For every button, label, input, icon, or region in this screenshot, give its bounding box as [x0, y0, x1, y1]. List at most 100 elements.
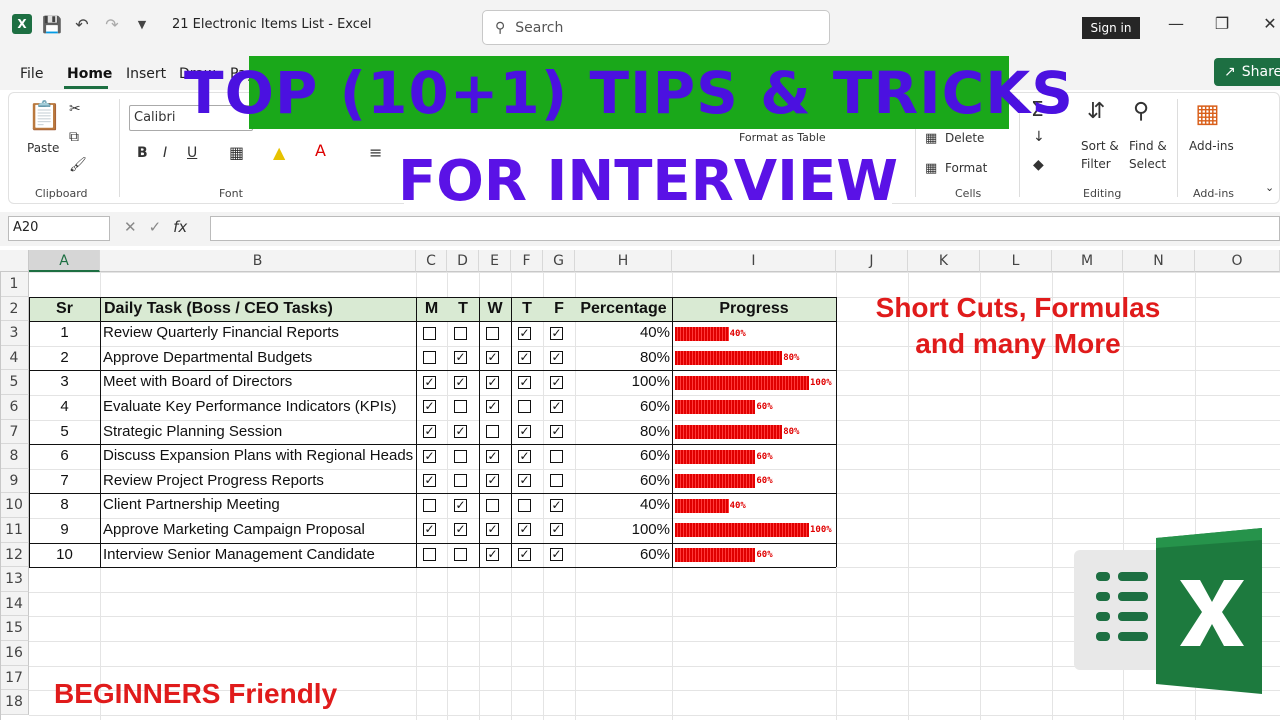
- column-header-g[interactable]: G: [543, 250, 575, 272]
- day-checkbox[interactable]: ✓: [423, 375, 436, 389]
- font-color-icon[interactable]: A: [315, 141, 326, 160]
- day-checkbox[interactable]: ✓: [486, 523, 499, 537]
- day-checkbox[interactable]: [486, 498, 499, 512]
- day-checkbox[interactable]: ✓: [518, 474, 531, 488]
- name-box[interactable]: A20: [8, 216, 110, 241]
- undo-icon[interactable]: ↶: [72, 15, 92, 34]
- day-checkbox[interactable]: ✓: [550, 523, 563, 537]
- column-header-j[interactable]: J: [836, 250, 908, 272]
- column-header-a[interactable]: A: [29, 250, 100, 272]
- day-checkbox[interactable]: [423, 547, 436, 561]
- row-header-16[interactable]: 16: [0, 641, 29, 666]
- day-checkbox[interactable]: ✓: [486, 474, 499, 488]
- select-all-corner[interactable]: [0, 250, 29, 272]
- sort-filter-label[interactable]: Sort &: [1081, 139, 1119, 153]
- day-checkbox[interactable]: [486, 326, 499, 340]
- add-ins-button[interactable]: Add-ins: [1189, 139, 1234, 153]
- row-header-7[interactable]: 7: [0, 419, 29, 445]
- fill-down-icon[interactable]: ↓: [1033, 129, 1045, 145]
- day-checkbox[interactable]: ✓: [550, 498, 563, 512]
- tab-file[interactable]: File: [20, 66, 43, 82]
- copy-icon[interactable]: ⧉: [69, 129, 79, 145]
- format-cells-icon[interactable]: ▦: [925, 161, 937, 176]
- day-checkbox[interactable]: ✓: [486, 351, 499, 365]
- day-checkbox[interactable]: ✓: [454, 351, 467, 365]
- row-header-2[interactable]: 2: [0, 296, 29, 322]
- row-header-1[interactable]: 1: [0, 272, 29, 297]
- row-header-3[interactable]: 3: [0, 321, 29, 346]
- day-checkbox[interactable]: [454, 449, 467, 463]
- row-header-4[interactable]: 4: [0, 345, 29, 371]
- day-checkbox[interactable]: ✓: [454, 424, 467, 438]
- fill-color-icon[interactable]: ▲: [273, 143, 285, 162]
- day-checkbox[interactable]: ✓: [454, 375, 467, 389]
- day-checkbox[interactable]: ✓: [518, 449, 531, 463]
- day-checkbox[interactable]: ✓: [486, 375, 499, 389]
- column-header-o[interactable]: O: [1195, 250, 1280, 272]
- column-header-i[interactable]: I: [672, 250, 836, 272]
- day-checkbox[interactable]: ✓: [486, 400, 499, 414]
- column-header-d[interactable]: D: [447, 250, 479, 272]
- column-header-m[interactable]: M: [1052, 250, 1123, 272]
- column-header-l[interactable]: L: [980, 250, 1052, 272]
- day-checkbox[interactable]: [550, 474, 563, 488]
- row-header-12[interactable]: 12: [0, 542, 29, 568]
- italic-icon[interactable]: I: [163, 145, 167, 161]
- sort-filter-icon[interactable]: ⇵: [1087, 99, 1105, 124]
- column-header-e[interactable]: E: [479, 250, 511, 272]
- save-icon[interactable]: 💾: [42, 15, 62, 34]
- row-header-8[interactable]: 8: [0, 444, 29, 469]
- column-header-k[interactable]: K: [908, 250, 980, 272]
- day-checkbox[interactable]: [454, 474, 467, 488]
- day-checkbox[interactable]: ✓: [486, 547, 499, 561]
- find-select-icon[interactable]: ⚲: [1133, 99, 1149, 124]
- row-header-11[interactable]: 11: [0, 518, 29, 543]
- row-header-15[interactable]: 15: [0, 616, 29, 641]
- row-header-18[interactable]: 18: [0, 690, 29, 715]
- row-header-9[interactable]: 9: [0, 468, 29, 494]
- row-header-13[interactable]: 13: [0, 567, 29, 592]
- tab-home[interactable]: Home: [67, 66, 112, 82]
- day-checkbox[interactable]: ✓: [550, 547, 563, 561]
- minimize-icon[interactable]: —: [1164, 14, 1188, 33]
- day-checkbox[interactable]: ✓: [423, 449, 436, 463]
- day-checkbox[interactable]: ✓: [518, 424, 531, 438]
- bold-icon[interactable]: B: [137, 145, 148, 161]
- day-checkbox[interactable]: ✓: [518, 547, 531, 561]
- find-select-label[interactable]: Find &: [1129, 139, 1167, 153]
- row-header-5[interactable]: 5: [0, 370, 29, 395]
- column-header-c[interactable]: C: [416, 250, 447, 272]
- customize-toolbar-icon[interactable]: ▼: [132, 18, 152, 31]
- cut-icon[interactable]: ✂: [69, 101, 81, 117]
- day-checkbox[interactable]: ✓: [518, 326, 531, 340]
- day-checkbox[interactable]: ✓: [423, 400, 436, 414]
- tab-insert[interactable]: Insert: [126, 66, 166, 82]
- day-checkbox[interactable]: ✓: [486, 449, 499, 463]
- day-checkbox[interactable]: ✓: [550, 400, 563, 414]
- search-input[interactable]: ⚲ Search: [482, 10, 830, 45]
- collapse-ribbon-icon[interactable]: ⌄: [1265, 181, 1274, 194]
- column-header-n[interactable]: N: [1123, 250, 1195, 272]
- paste-icon[interactable]: 📋: [27, 99, 62, 132]
- column-header-f[interactable]: F: [511, 250, 543, 272]
- row-header-17[interactable]: 17: [0, 665, 29, 691]
- cancel-icon[interactable]: ✕: [124, 218, 137, 236]
- formula-input[interactable]: [210, 216, 1280, 241]
- day-checkbox[interactable]: ✓: [518, 375, 531, 389]
- day-checkbox[interactable]: ✓: [550, 424, 563, 438]
- day-checkbox[interactable]: ✓: [423, 424, 436, 438]
- day-checkbox[interactable]: ✓: [423, 523, 436, 537]
- borders-icon[interactable]: ▦: [229, 143, 244, 162]
- day-checkbox[interactable]: ✓: [550, 326, 563, 340]
- day-checkbox[interactable]: [454, 400, 467, 414]
- format-cells-button[interactable]: Format: [945, 161, 987, 175]
- enter-icon[interactable]: ✓: [149, 218, 162, 236]
- clear-icon[interactable]: ◆: [1033, 157, 1044, 173]
- align-left-icon[interactable]: ≡: [369, 143, 382, 162]
- day-checkbox[interactable]: [454, 547, 467, 561]
- select-label[interactable]: Select: [1129, 157, 1166, 171]
- day-checkbox[interactable]: [423, 351, 436, 365]
- share-button[interactable]: ↗ Share: [1214, 58, 1280, 86]
- day-checkbox[interactable]: ✓: [550, 351, 563, 365]
- day-checkbox[interactable]: [518, 400, 531, 414]
